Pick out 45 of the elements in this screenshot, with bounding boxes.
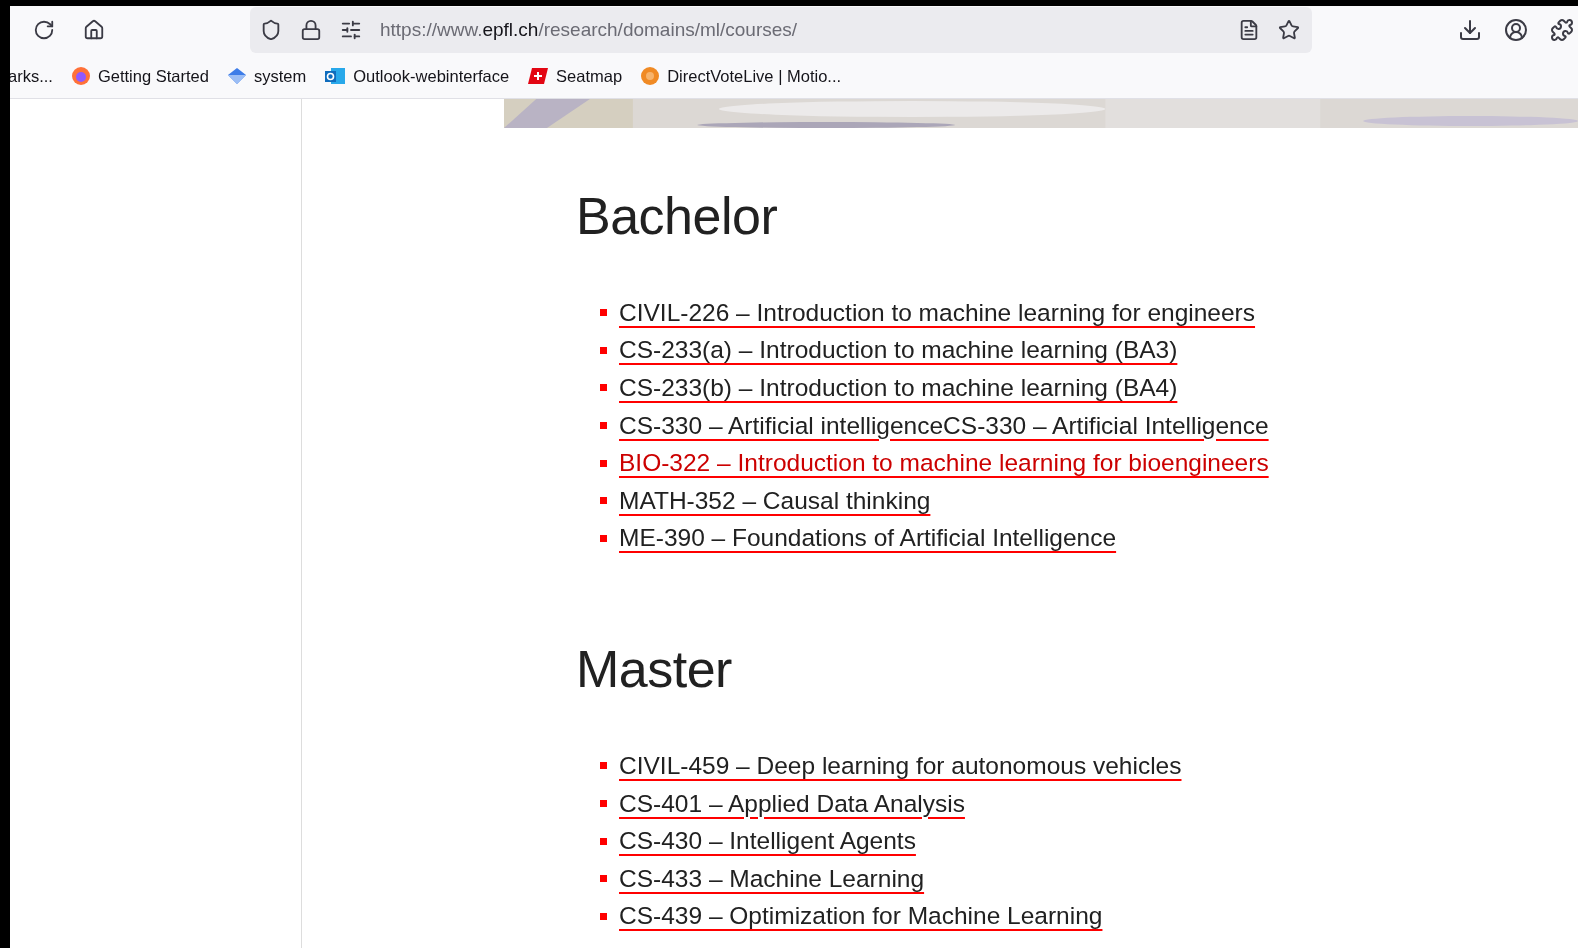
extensions-icon[interactable]: [1550, 18, 1574, 42]
shield-icon[interactable]: [260, 19, 282, 41]
url-text[interactable]: https://www.epfl.ch/research/domains/ml/courses/: [380, 19, 1238, 41]
bullet-icon: [600, 497, 607, 505]
bullet-icon: [600, 459, 607, 467]
bullet-icon: [600, 837, 607, 845]
bookmark-link[interactable]: Getting Started: [97, 66, 209, 86]
course-link[interactable]: CS-401 – Applied Data Analysis: [619, 789, 965, 818]
bullet-icon: [600, 800, 607, 808]
download-icon[interactable]: [1458, 18, 1482, 42]
bookmark-link[interactable]: DirectVoteLive | Motio...: [667, 66, 842, 86]
course-link[interactable]: CS-430 – Intelligent Agents: [619, 827, 916, 856]
section-heading: Master: [576, 643, 733, 696]
bullet-icon: [600, 309, 607, 317]
permissions-icon[interactable]: [340, 19, 362, 41]
course-link[interactable]: CS-433 – Machine Learning: [619, 864, 925, 893]
course-link[interactable]: CS-330 – Artificial intelligenceCS-330 – Artificial Intelligence: [619, 411, 1269, 440]
bullet-icon: [600, 346, 607, 354]
bullet-icon: [600, 534, 607, 542]
bullet-icon: [600, 875, 607, 883]
bullet-icon: [600, 912, 607, 920]
course-link[interactable]: CIVIL-459 – Deep learning for autonomous vehicles: [619, 751, 1182, 780]
lock-icon[interactable]: [300, 19, 322, 41]
course-link[interactable]: MATH-352 – Causal thinking: [619, 486, 931, 515]
bookmark-site-icon: [640, 66, 661, 86]
address-bar[interactable]: https://www.epfl.ch/research/domains/ml/courses/: [250, 7, 1312, 53]
bookmark-link[interactable]: system: [253, 66, 307, 86]
diamond-icon: [226, 66, 247, 86]
reader-view-icon[interactable]: [1238, 19, 1260, 41]
section-heading: Bachelor: [576, 190, 779, 242]
course-link[interactable]: BIO-322 – Introduction to machine learning for bioengineers: [619, 449, 1269, 478]
bullet-icon: [600, 762, 607, 770]
swiss-flag-icon: [527, 67, 550, 85]
course-link[interactable]: ME-390 – Foundations of Artificial Intelligence: [619, 524, 1117, 553]
course-link[interactable]: CIVIL-226 – Introduction to machine learning for engineers: [619, 298, 1256, 327]
bullet-icon: [600, 422, 607, 430]
star-icon[interactable]: [1278, 19, 1300, 41]
bookmark-link[interactable]: Seatmap: [556, 66, 623, 86]
course-link[interactable]: CS-439 – Optimization for Machine Learning: [619, 902, 1103, 931]
outlook-icon: [324, 66, 347, 86]
bullet-icon: [600, 384, 607, 392]
bookmark-link[interactable]: Outlook-webinterface: [353, 66, 510, 86]
account-icon[interactable]: [1504, 18, 1528, 42]
course-link[interactable]: CS-233(b) – Introduction to machine learning (BA4): [619, 374, 1178, 402]
course-link[interactable]: CS-233(a) – Introduction to machine learning (BA3): [619, 336, 1178, 365]
